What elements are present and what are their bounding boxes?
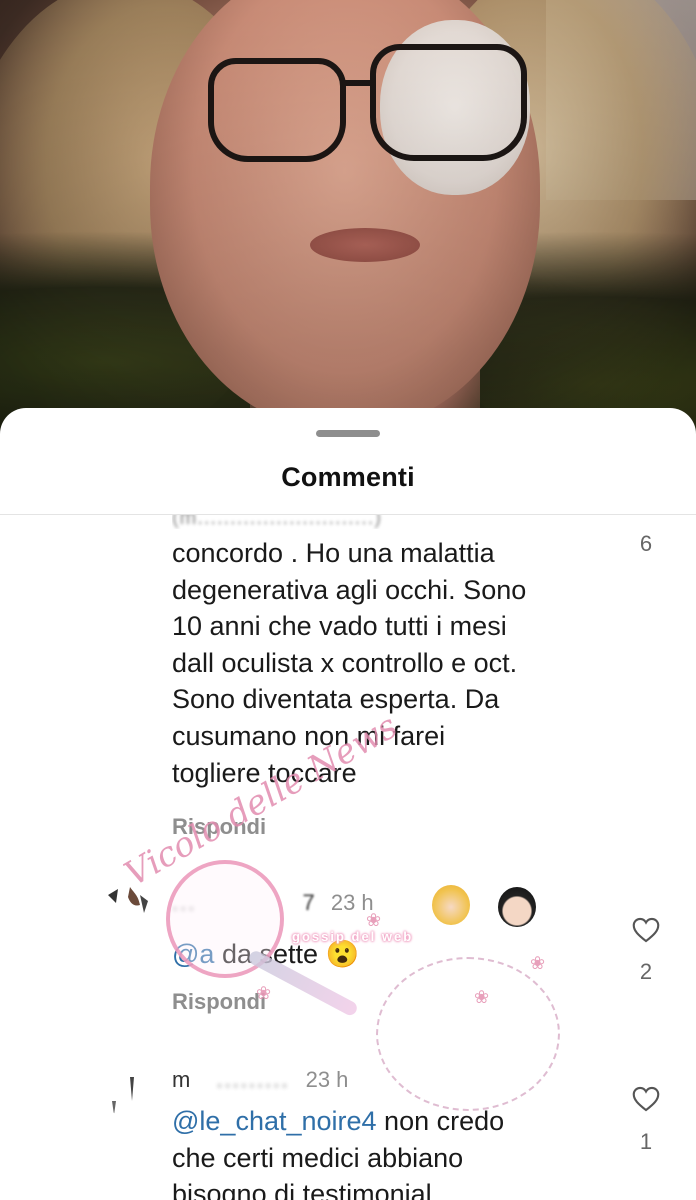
comments-list[interactable]: (m...........................) concordo …	[0, 515, 696, 1200]
avatar[interactable]	[104, 1071, 150, 1117]
reply-button[interactable]: Rispondi	[172, 989, 266, 1015]
like-count: 6	[639, 531, 653, 556]
comment-3-text: @le_chat_noire4 non credo che certi medi…	[172, 1103, 504, 1200]
like-count: 1	[639, 1129, 653, 1154]
sheet-title: Commenti	[281, 462, 415, 492]
comment-username-end: 7	[302, 890, 315, 915]
watermark-paw-icon: ❀	[474, 987, 490, 1007]
heart-icon[interactable]	[632, 917, 660, 943]
heart-icon[interactable]	[632, 1086, 660, 1112]
comment-username[interactable]: m	[172, 1067, 190, 1092]
photo-shade	[0, 0, 696, 440]
comment-line: 10 anni che vado tutti i mesi	[172, 611, 507, 642]
comment-username-cut: (m...........................)	[172, 515, 383, 529]
drag-handle[interactable]	[316, 430, 380, 437]
comment-line: concordo . Ho una malattia	[172, 538, 495, 568]
watermark-paw-icon: ❀	[530, 953, 546, 973]
watermark-banner: gossip del web	[292, 929, 414, 944]
avatar[interactable]	[104, 885, 150, 931]
watermark-girl-blonde-icon	[432, 885, 470, 925]
comment-line: degenerativa agli occhi. Sono	[172, 574, 527, 605]
comment-line: dall oculista x controllo e oct.	[172, 647, 518, 678]
watermark-paw-icon: ❀	[256, 983, 272, 1003]
watermark-dotted-ring	[376, 957, 560, 1111]
comment-3-header: m ......... 23 h	[172, 1067, 349, 1092]
post-photo	[0, 0, 696, 440]
like-count: 2	[639, 959, 653, 984]
watermark-girl-dark-icon	[498, 887, 536, 927]
comment-line: Sono diventata esperta. Da	[172, 684, 500, 715]
comment-time: 23 h	[305, 1067, 349, 1092]
comments-sheet: Commenti (m...........................) …	[0, 408, 696, 1200]
mention-link[interactable]: @le_chat_noire4	[172, 1106, 377, 1136]
watermark-paw-icon: ❀	[366, 910, 382, 930]
comment-body: non credo	[376, 1106, 505, 1136]
comment-line: bisogno di testimonial.	[172, 1179, 440, 1200]
comment-line: che certi medici abbiano	[172, 1142, 464, 1173]
